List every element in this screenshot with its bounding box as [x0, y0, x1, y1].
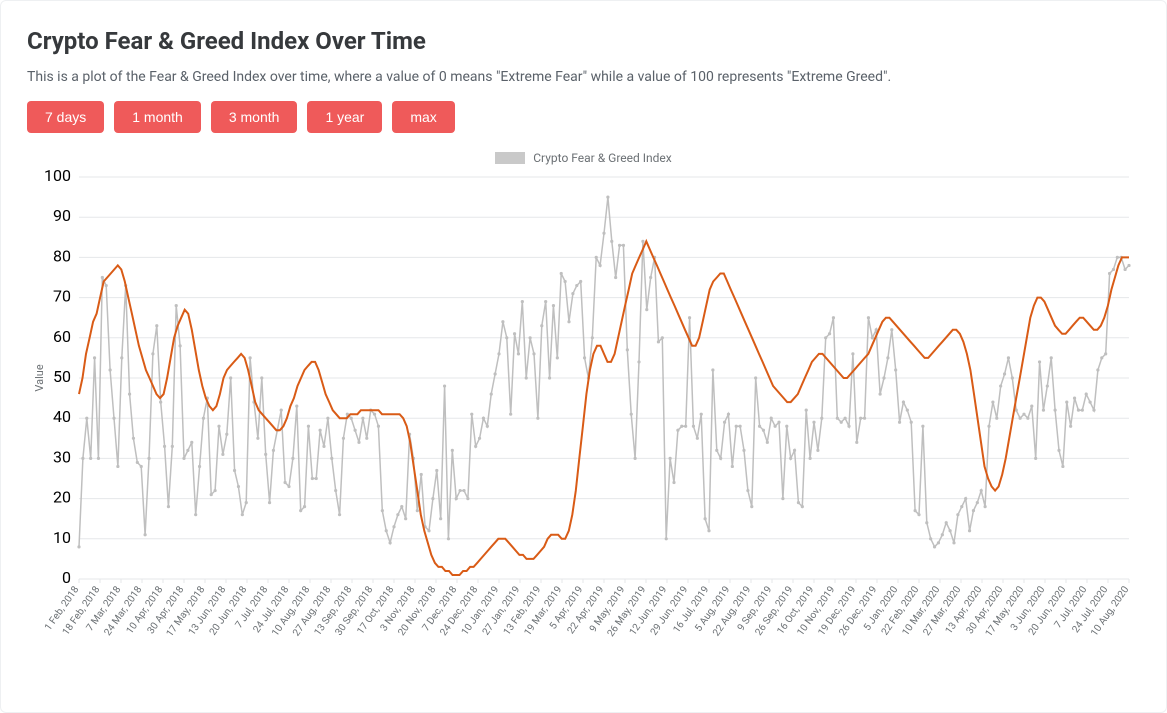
legend-label: Crypto Fear & Greed Index: [533, 151, 672, 165]
page-title: Crypto Fear & Greed Index Over Time: [27, 27, 1140, 55]
range-1-month-button[interactable]: 1 month: [114, 101, 201, 133]
y-tick: 90: [53, 206, 71, 225]
range-7-days-button[interactable]: 7 days: [27, 101, 104, 133]
y-tick: 30: [53, 447, 71, 466]
y-tick: 60: [53, 327, 71, 346]
chart-area: Crypto Fear & Greed Index 0 10 20 30 40 50 60 7…: [29, 151, 1139, 669]
chart-svg: 0102030405060708090100Value1 Feb, 201818…: [29, 169, 1139, 669]
legend-swatch-icon: [495, 152, 525, 164]
y-tick: 10: [53, 528, 71, 547]
range-1-year-button[interactable]: 1 year: [307, 101, 382, 133]
y-tick: 40: [53, 407, 71, 426]
y-tick: 80: [53, 246, 71, 265]
y-tick: 70: [53, 287, 71, 306]
series-raw-markers: [77, 196, 1130, 549]
series-smooth-line: [79, 241, 1129, 575]
chart-card: Crypto Fear & Greed Index Over Time This…: [0, 0, 1167, 713]
y-tick: 20: [53, 488, 71, 507]
range-max-button[interactable]: max: [392, 101, 454, 133]
y-axis-label: Value: [33, 364, 46, 391]
chart-legend: Crypto Fear & Greed Index: [29, 151, 1139, 169]
page-subtitle: This is a plot of the Fear & Greed Index…: [27, 69, 1140, 85]
range-buttons: 7 days 1 month 3 month 1 year max: [27, 101, 1140, 133]
range-3-month-button[interactable]: 3 month: [211, 101, 298, 133]
y-tick: 0: [62, 568, 71, 587]
y-tick: 50: [53, 367, 71, 386]
y-tick: 100: [44, 169, 71, 185]
